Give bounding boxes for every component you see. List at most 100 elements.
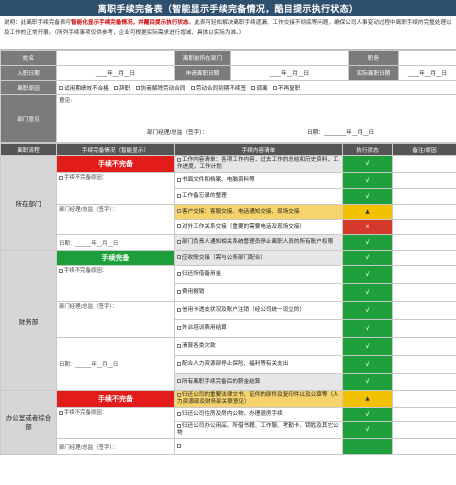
exec-status[interactable]: √ <box>342 265 393 284</box>
checkbox-icon <box>177 423 181 428</box>
checklist-item <box>174 438 343 455</box>
checkbox-icon <box>114 86 119 90</box>
reason-option-0[interactable]: 试用期绩效不合格 <box>59 86 109 92</box>
col-exec-status: 执行状态 <box>342 143 393 156</box>
section-date: 日期：______年__月__日 <box>56 337 175 391</box>
completeness-status: 手续不完备 <box>56 155 175 173</box>
apply-date-field[interactable]: ____年__月__日 <box>230 65 349 81</box>
reason-option-2[interactable]: 协商解除劳动合同 <box>135 86 185 92</box>
checkbox-icon <box>59 175 63 180</box>
exec-status[interactable]: √ <box>342 355 393 374</box>
resignation-sheet: 离职手续完备表（智能显示手续完备情况，酷目提示执行状态） 说明：此离职手续完备表… <box>0 0 456 485</box>
info-form: 姓名 离职前所在部门 职务 入职日期 ____年__月__日 申请离职日期 __… <box>0 50 456 143</box>
exec-status[interactable]: √ <box>342 234 393 251</box>
checkbox-icon <box>177 343 181 348</box>
opinion-date: 日期：________年__月__日 <box>307 130 375 136</box>
reason-label: 离职原因 <box>0 80 57 95</box>
remark-cell[interactable] <box>392 355 456 374</box>
checkbox-icon <box>59 86 63 90</box>
actual-date-field[interactable]: ____年__月__日 <box>398 65 456 81</box>
checklist-item: 信用卡透支状况及账户注销（经公司统一设立的） <box>174 301 343 320</box>
checkbox-icon <box>177 307 181 312</box>
exec-status[interactable]: ▲ <box>342 204 393 220</box>
exec-status[interactable]: √ <box>342 337 393 356</box>
col-process: 离职流程 <box>0 143 57 156</box>
remark-cell[interactable] <box>392 204 456 220</box>
exec-status[interactable]: ▲ <box>342 390 393 408</box>
position-label: 职务 <box>348 50 399 66</box>
section-sign: 部门经理/总监（签字）： <box>56 204 175 235</box>
remark-cell[interactable] <box>392 250 456 266</box>
checkbox-icon <box>177 289 181 294</box>
col-checklist: 手续内容清单 <box>174 143 343 156</box>
col-remarks: 备注/原因 <box>392 143 456 156</box>
remark-cell[interactable] <box>392 337 456 356</box>
checklist-item: 归还公司的重要法律文书、证件的原件及复印件以及公章等（人力资源部及财务部关联意见… <box>174 390 343 408</box>
reason-option-3[interactable]: 劳动合同到期不续签 <box>190 86 246 92</box>
checkbox-icon <box>177 255 181 259</box>
entry-label: 入职日期 <box>0 65 57 81</box>
checklist-item: 部门负责人通知相关系统管理员停止离职人员的所有账户权限 <box>174 234 343 251</box>
completeness-status: 手续不完备 <box>56 390 175 408</box>
reason-option-4[interactable]: 调离 <box>251 86 268 92</box>
checklist-item: 书面文件和档案、电脑资料等 <box>174 172 343 189</box>
checklist-item: 配合人力资源部停止保险、福利等有关支出 <box>174 355 343 374</box>
reason-hint: 手续不完备原因： <box>56 172 175 205</box>
exec-status[interactable]: × <box>342 219 393 235</box>
checklist-item: 外派培训费用结算 <box>174 319 343 338</box>
page-title: 离职手续完备表（智能显示手续完备情况，酷目提示执行状态） <box>0 0 456 16</box>
opinion-field[interactable]: 意见: 部门经理/总监（签字）： 日期：________年__月__日 <box>56 94 456 143</box>
entry-date-field[interactable]: ____年__月__日 <box>56 65 175 81</box>
checkbox-icon <box>177 177 181 182</box>
name-field[interactable] <box>56 50 175 66</box>
name-label: 姓名 <box>0 50 57 66</box>
section-name: 办公室或者综合部 <box>0 390 57 455</box>
apply-label: 申请离职日期 <box>174 65 231 81</box>
remark-cell[interactable] <box>392 390 456 408</box>
exec-status[interactable]: √ <box>342 407 393 422</box>
exec-status[interactable]: √ <box>342 283 393 302</box>
reason-hint: 手续不完备原因： <box>56 265 175 302</box>
checkbox-icon <box>59 410 63 415</box>
reason-option-5[interactable]: 不再复职 <box>273 86 300 92</box>
exec-status[interactable]: √ <box>342 373 393 391</box>
checkbox-icon <box>177 209 181 213</box>
reason-option-1[interactable]: 辞职 <box>114 86 130 92</box>
exec-status[interactable]: √ <box>342 172 393 189</box>
completeness-status: 手续完备 <box>56 250 175 266</box>
checklist-item: 应收账交接（需与公务部门配合） <box>174 250 343 266</box>
checkbox-icon <box>190 86 195 90</box>
checkbox-icon <box>177 379 181 383</box>
position-field[interactable] <box>398 50 456 66</box>
remark-cell[interactable] <box>392 407 456 422</box>
exec-status[interactable]: √ <box>342 319 393 338</box>
checkbox-icon <box>177 392 181 397</box>
remark-cell[interactable] <box>392 172 456 189</box>
description: 说明：此离职手续完备表可智能化显示手续完备情况，并醒目提示执行状态。此表可轻松解… <box>0 16 456 50</box>
remark-cell[interactable] <box>392 319 456 338</box>
exec-status[interactable]: √ <box>342 250 393 266</box>
remark-cell[interactable] <box>392 155 456 173</box>
procedure-table: 离职流程 手续完备情况（智能显示） 手续内容清单 执行状态 备注/原因 所在部门… <box>0 143 456 455</box>
exec-status[interactable]: √ <box>342 155 393 173</box>
remark-cell[interactable] <box>392 421 456 439</box>
reason-options: 试用期绩效不合格 辞职 协商解除劳动合同 劳动合同到期不续签 调离 不再复职 <box>56 80 456 95</box>
remark-cell[interactable] <box>392 219 456 235</box>
checkbox-icon <box>177 157 181 162</box>
dept-field[interactable] <box>230 50 349 66</box>
remark-cell[interactable] <box>392 283 456 302</box>
remark-cell[interactable] <box>392 373 456 391</box>
remark-cell[interactable] <box>392 188 456 205</box>
exec-status[interactable] <box>342 438 393 455</box>
remark-cell[interactable] <box>392 438 456 455</box>
exec-status[interactable]: √ <box>342 301 393 320</box>
remark-cell[interactable] <box>392 234 456 251</box>
remark-cell[interactable] <box>392 301 456 320</box>
checkbox-icon <box>251 86 256 90</box>
dept-label: 离职前所在部门 <box>174 50 231 66</box>
exec-status[interactable]: √ <box>342 188 393 205</box>
checklist-item: 对外工作关系交接（重要的需要电话及现场交接） <box>174 219 343 235</box>
remark-cell[interactable] <box>392 265 456 284</box>
exec-status[interactable]: √ <box>342 421 393 439</box>
actual-label: 实际离职日期 <box>348 65 399 81</box>
